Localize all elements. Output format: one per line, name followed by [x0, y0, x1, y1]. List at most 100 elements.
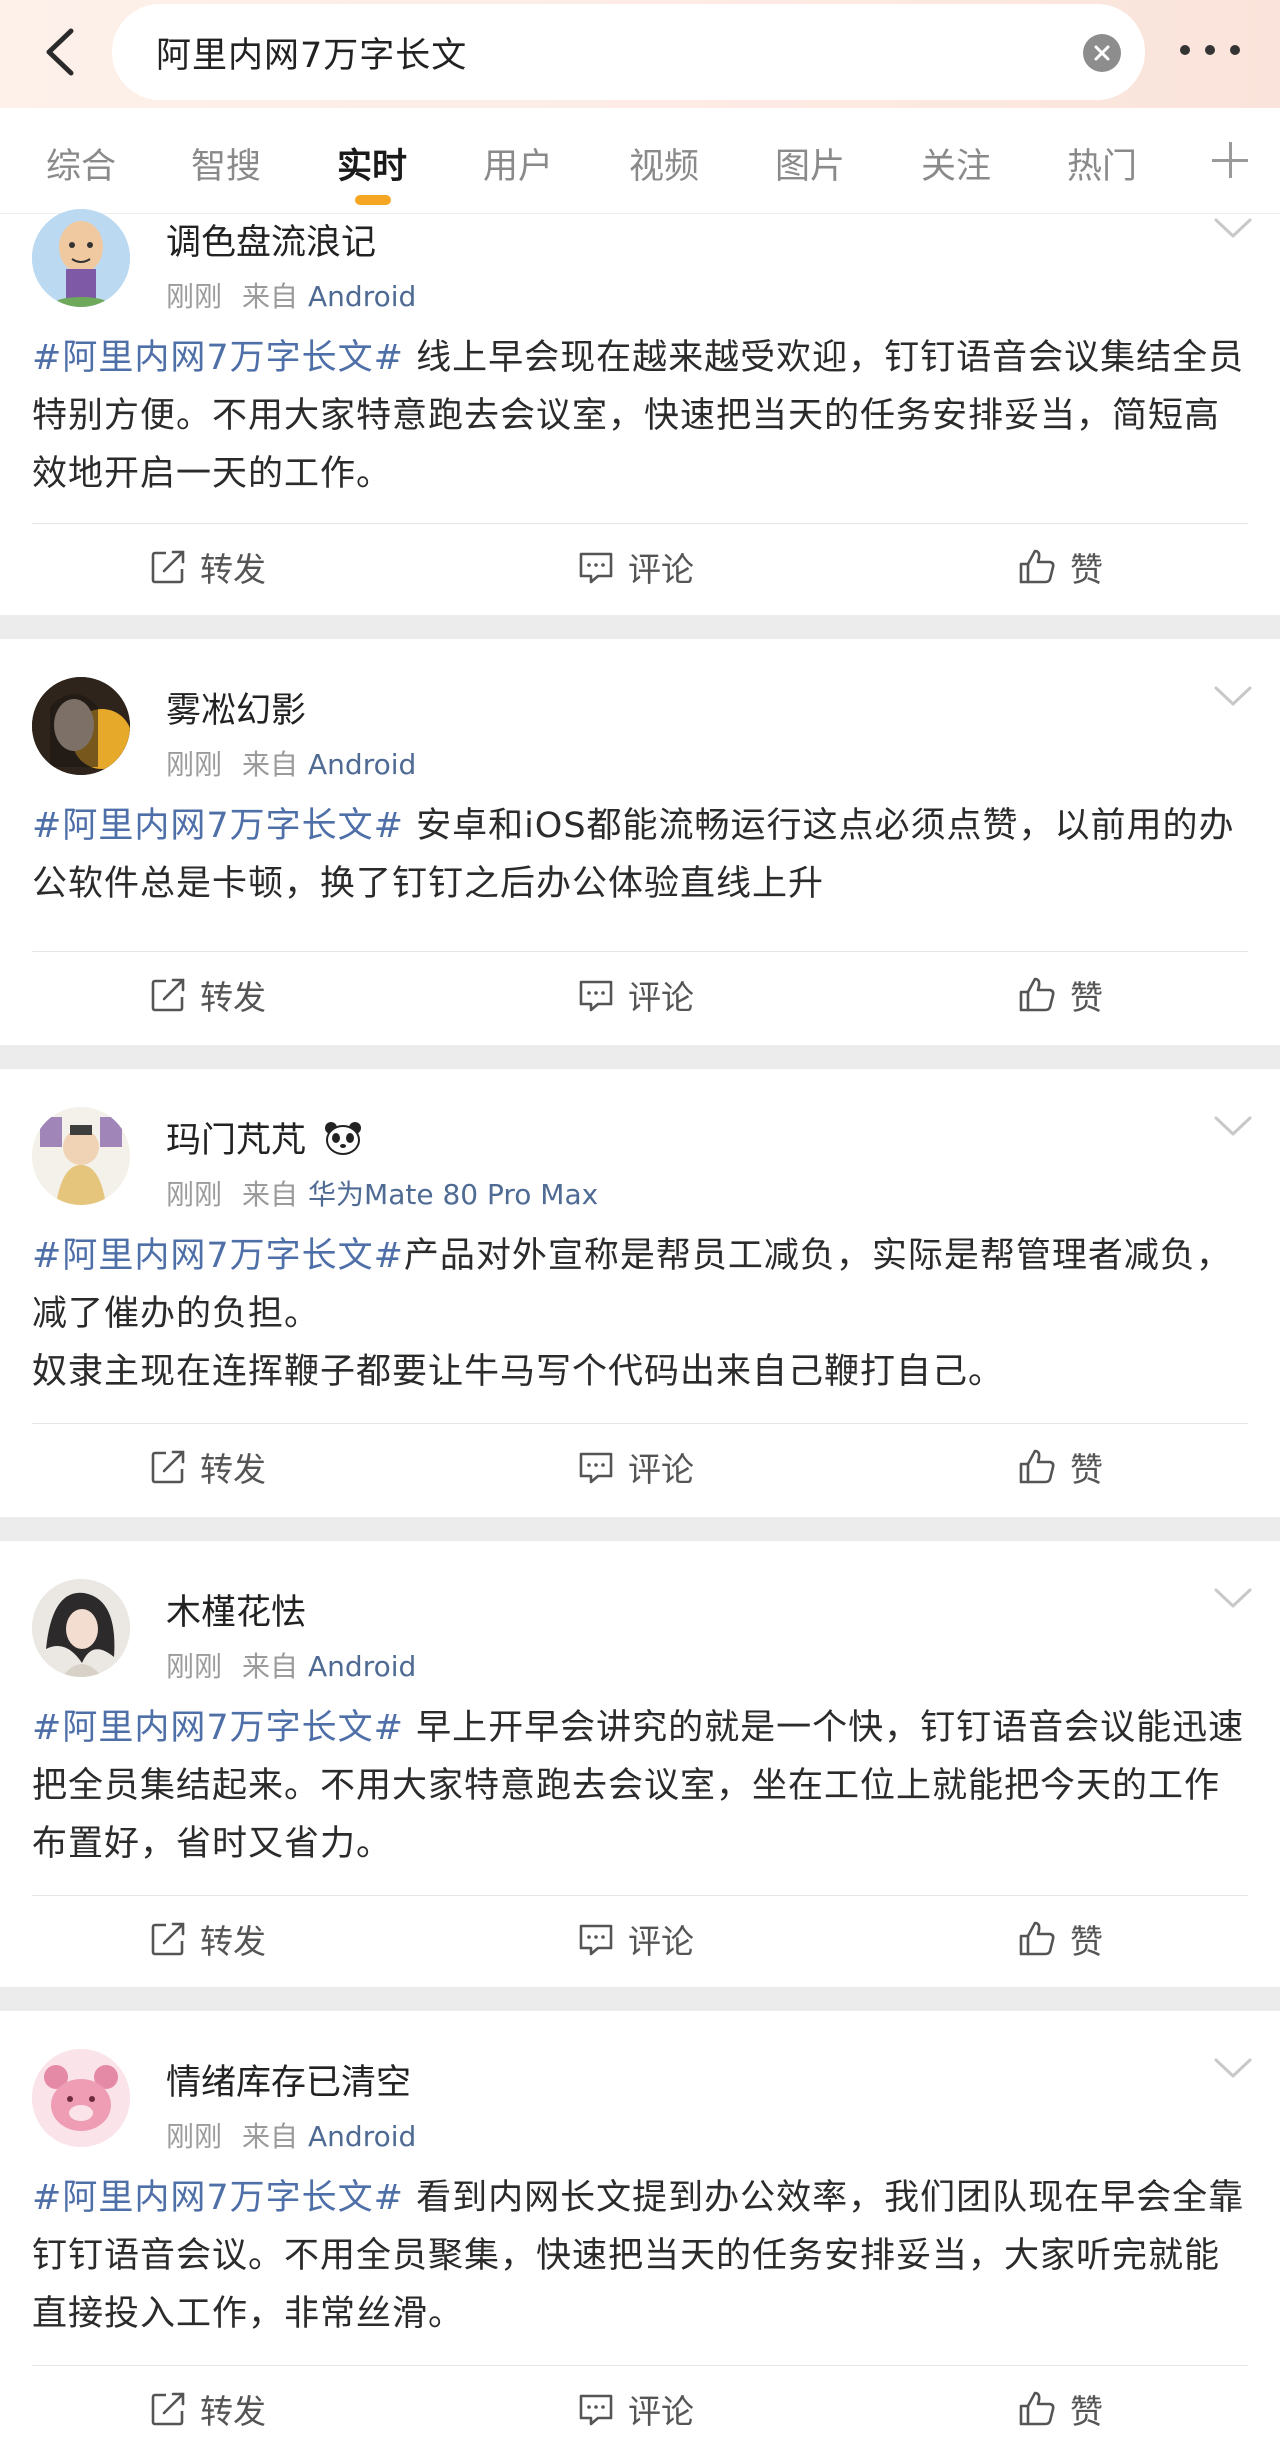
- thumbs-up-icon: [1019, 2391, 1055, 2426]
- post-divider: [32, 2365, 1248, 2366]
- avatar[interactable]: [32, 1107, 130, 1205]
- tab-images[interactable]: 图片: [775, 138, 845, 189]
- more-dot-icon: [1205, 45, 1215, 55]
- repost-label: 转发: [200, 1922, 266, 1961]
- post-source[interactable]: Android: [308, 1650, 416, 1683]
- like-button[interactable]: 赞: [1018, 1915, 1103, 1963]
- thumbs-up-icon: [1019, 1921, 1055, 1956]
- post-topic-link[interactable]: #阿里内网7万字长文#: [32, 2178, 404, 2218]
- repost-label: 转发: [200, 550, 266, 589]
- more-dot-icon: [1180, 45, 1190, 55]
- comment-button[interactable]: 评论: [578, 2385, 694, 2433]
- clear-search-button[interactable]: [1083, 34, 1121, 72]
- repost-button[interactable]: 转发: [150, 1443, 266, 1491]
- post-source[interactable]: Android: [308, 280, 416, 313]
- more-dot-icon: [1230, 45, 1240, 55]
- avatar[interactable]: [32, 677, 130, 775]
- avatar[interactable]: [32, 2049, 130, 2147]
- post-from-label: 来自: [242, 2120, 299, 2153]
- chevron-down-icon[interactable]: [1212, 683, 1254, 709]
- post-source[interactable]: Android: [308, 748, 416, 781]
- post-username[interactable]: 调色盘流浪记: [166, 214, 376, 265]
- chevron-down-icon[interactable]: [1212, 215, 1254, 241]
- comment-label: 评论: [628, 1450, 694, 1489]
- tab-realtime[interactable]: 实时: [337, 138, 407, 189]
- avatar[interactable]: [32, 209, 130, 307]
- repost-button[interactable]: 转发: [150, 1915, 266, 1963]
- post-meta: 刚刚 来自 华为Mate 80 Pro Max: [166, 1173, 598, 1213]
- post-line: 奴隶主现在连挥鞭子都要让牛马写个代码出来自己鞭打自己。: [32, 1352, 1005, 1392]
- comment-button[interactable]: 评论: [578, 1443, 694, 1491]
- post-username[interactable]: 情绪库存已清空: [166, 2054, 411, 2105]
- avatar[interactable]: [32, 1579, 130, 1677]
- repost-label: 转发: [200, 2392, 266, 2431]
- like-label: 赞: [1070, 2392, 1103, 2431]
- post-divider: [32, 1423, 1248, 1424]
- chevron-down-icon[interactable]: [1212, 2055, 1254, 2081]
- post-meta: 刚刚 来自 Android: [166, 1645, 416, 1685]
- repost-icon: [151, 1450, 185, 1484]
- cartoon-avatar-icon: [32, 209, 130, 307]
- close-icon: [1094, 45, 1110, 61]
- thumbs-up-icon: [1019, 977, 1055, 1012]
- like-button[interactable]: 赞: [1018, 2385, 1103, 2433]
- active-tab-indicator: [355, 195, 391, 205]
- search-query: 阿里内网7万字长文: [156, 35, 468, 76]
- comment-button[interactable]: 评论: [578, 971, 694, 1019]
- post-from-label: 来自: [242, 1178, 299, 1211]
- repost-button[interactable]: 转发: [150, 2385, 266, 2433]
- tab-hot[interactable]: 热门: [1067, 138, 1137, 189]
- portrait-avatar-icon: [32, 677, 130, 775]
- post-actions: 转发 评论 赞: [0, 525, 1280, 605]
- feed-post: 情绪库存已清空 刚刚 来自 Android #阿里内网7万字长文# 看到内网长文提到…: [0, 2011, 1280, 2446]
- post-username[interactable]: 玛门芃芃: [166, 1112, 363, 1163]
- comment-icon: [579, 2394, 613, 2426]
- portrait-avatar-icon: [32, 1579, 130, 1677]
- tab-comprehensive[interactable]: 综合: [46, 138, 116, 189]
- repost-button[interactable]: 转发: [150, 543, 266, 591]
- more-options-button[interactable]: [1170, 30, 1250, 70]
- like-button[interactable]: 赞: [1018, 971, 1103, 1019]
- post-actions: 转发 评论 赞: [0, 953, 1280, 1033]
- post-topic-link[interactable]: #阿里内网7万字长文#: [32, 1708, 404, 1748]
- like-button[interactable]: 赞: [1018, 1443, 1103, 1491]
- add-tab-icon[interactable]: [1210, 140, 1250, 180]
- back-button[interactable]: [30, 22, 90, 82]
- post-from-label: 来自: [242, 280, 299, 313]
- search-input[interactable]: 阿里内网7万字长文: [112, 4, 1145, 100]
- post-topic-link[interactable]: #阿里内网7万字长文#: [32, 806, 404, 846]
- thumbs-up-icon: [1019, 549, 1055, 584]
- post-topic-link[interactable]: #阿里内网7万字长文#: [32, 1236, 404, 1276]
- post-from-label: 来自: [242, 748, 299, 781]
- post-line: #阿里内网7万字长文#产品对外宣称是帮员工减负，实际是帮管理者减负，减了催办的负…: [32, 1227, 1252, 1343]
- repost-button[interactable]: 转发: [150, 971, 266, 1019]
- chevron-down-icon[interactable]: [1212, 1113, 1254, 1139]
- tab-video[interactable]: 视频: [629, 138, 699, 189]
- chevron-down-icon[interactable]: [1212, 1585, 1254, 1611]
- chevron-left-icon: [46, 28, 74, 76]
- comment-label: 评论: [628, 2392, 694, 2431]
- post-divider: [32, 1895, 1248, 1896]
- comment-button[interactable]: 评论: [578, 1915, 694, 1963]
- comment-button[interactable]: 评论: [578, 543, 694, 591]
- post-divider: [32, 951, 1248, 952]
- tab-smart-search[interactable]: 智搜: [191, 138, 261, 189]
- post-source[interactable]: Android: [308, 2120, 416, 2153]
- repost-icon: [151, 2392, 185, 2426]
- post-username[interactable]: 雾凇幻影: [166, 682, 306, 733]
- repost-label: 转发: [200, 978, 266, 1017]
- post-source[interactable]: 华为Mate 80 Pro Max: [308, 1178, 598, 1211]
- tab-following[interactable]: 关注: [921, 138, 991, 189]
- post-topic-link[interactable]: #阿里内网7万字长文#: [32, 338, 404, 378]
- like-label: 赞: [1070, 550, 1103, 589]
- feed-post: 雾凇幻影 刚刚 来自 Android #阿里内网7万字长文# 安卓和iOS都能流畅运…: [0, 639, 1280, 1045]
- tab-users[interactable]: 用户: [483, 138, 553, 189]
- post-separator: [0, 615, 1280, 639]
- comment-icon: [579, 552, 613, 584]
- comment-icon: [579, 1924, 613, 1956]
- post-username[interactable]: 木槿花怯: [166, 1584, 306, 1635]
- post-separator: [0, 1045, 1280, 1069]
- post-time: 刚刚: [166, 748, 223, 781]
- tab-bar: 综合 智搜 实时 用户 视频 图片 关注 热门: [0, 108, 1280, 214]
- like-button[interactable]: 赞: [1018, 543, 1103, 591]
